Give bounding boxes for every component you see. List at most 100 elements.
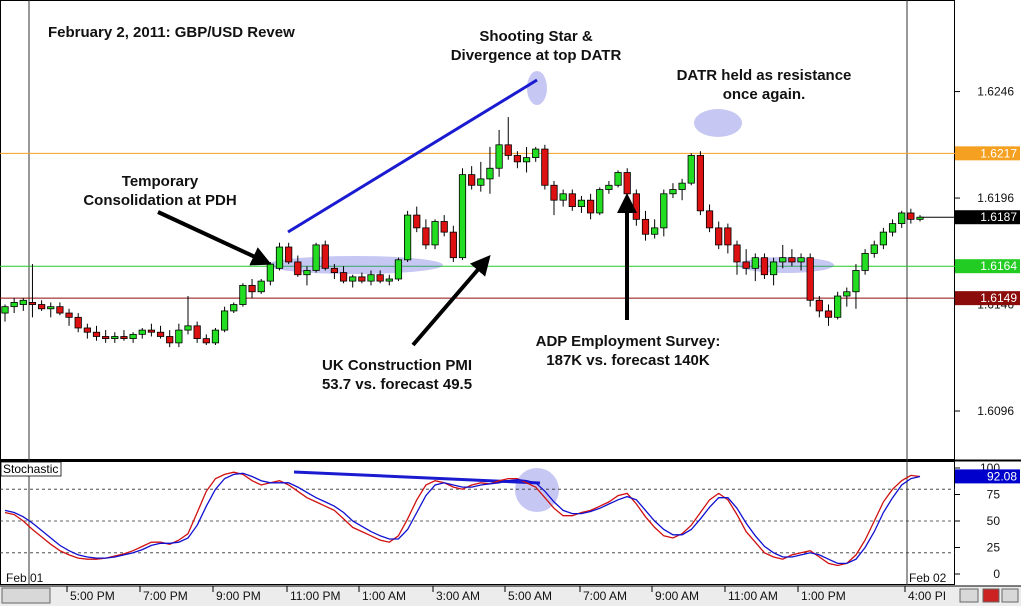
time-label-2: 7:00 PM (143, 589, 188, 603)
candle (239, 283, 247, 307)
candle-body (559, 193, 567, 201)
candle-body (1, 306, 9, 314)
candle-body (797, 257, 805, 263)
candle (458, 168, 467, 260)
time-label-4: 11:00 PM (290, 589, 340, 603)
candle-body (806, 257, 814, 301)
candle-body (477, 178, 485, 186)
highlight-consolidation (267, 256, 443, 274)
chart-background (0, 0, 1021, 606)
annotation-uk-pmi-line1: UK Construction PMI (322, 357, 472, 374)
stochastic-value-label: 92.08 (987, 469, 1017, 483)
candle-body (779, 257, 787, 263)
candle-body (486, 167, 494, 180)
candle-body (394, 259, 403, 280)
candle-body (815, 299, 823, 312)
candle-body (623, 172, 631, 195)
candle-body (458, 174, 467, 259)
candle-body (321, 244, 329, 269)
candle-body (769, 261, 778, 276)
candle-body (175, 329, 183, 344)
candle-body (202, 338, 210, 344)
candle-body (376, 274, 384, 282)
candle-body (129, 333, 137, 340)
candle-body (870, 244, 878, 254)
highlight-shooting-star (527, 71, 547, 105)
candle-body (888, 223, 897, 233)
candle-body (504, 144, 512, 156)
candle-body (705, 210, 714, 229)
candle-body (211, 329, 220, 344)
candle-body (550, 184, 558, 201)
time-label-12: 4:00 PI (908, 589, 946, 603)
annotation-shooting-star-line2: Divergence at top DATR (451, 47, 622, 64)
fit-button[interactable] (959, 588, 979, 603)
candle-body (339, 272, 348, 282)
candle-body (37, 304, 46, 310)
candle-body (641, 218, 650, 235)
candle-body (294, 261, 302, 276)
candle-body (651, 227, 659, 235)
stochastic-tick-label-3: 25 (987, 541, 1001, 555)
candle-body (19, 299, 27, 305)
candle-body (330, 267, 339, 273)
time-label-7: 5:00 AM (508, 589, 552, 603)
annotation-consolidation-line1: Temporary (122, 173, 199, 190)
annotation-shooting-star-line1: Shooting Star & (479, 28, 592, 45)
candle-body (852, 270, 860, 293)
candle-body (788, 257, 796, 263)
settings-button[interactable] (1001, 588, 1019, 603)
annotation-consolidation-line2: Consolidation at PDH (83, 192, 236, 209)
time-label-0: Feb 01 (6, 571, 44, 585)
current-price-label: 1.6187 (980, 210, 1017, 224)
candle (541, 144, 549, 190)
time-label-8: 7:00 AM (583, 589, 627, 603)
time-label-10: 11:00 AM (728, 589, 778, 603)
annotation-datr-line1: DATR held as resistance (677, 67, 852, 84)
candle (312, 242, 320, 273)
annotation-uk-pmi-line2: 53.7 vs. forecast 49.5 (322, 376, 472, 393)
candle-body (349, 276, 357, 282)
candle-body (577, 199, 586, 207)
candle-body (111, 336, 119, 340)
candle-body (285, 246, 293, 263)
candle-body (156, 331, 165, 337)
candle-body (303, 270, 311, 276)
candle-body (239, 284, 247, 305)
candle (596, 187, 604, 216)
candle-body (733, 244, 741, 263)
price-tick-label-2: 1.6096 (977, 404, 1014, 418)
candle-body (834, 295, 842, 318)
highlight-stochastic-divergence (515, 468, 559, 512)
candle-body (166, 336, 174, 344)
candle-body (431, 221, 439, 246)
candle-body (422, 227, 430, 246)
candle (394, 257, 403, 282)
candle-body (879, 231, 888, 246)
time-label-9: 9:00 AM (655, 589, 699, 603)
candle-body (742, 261, 750, 269)
candle-body (532, 148, 540, 158)
candle-body (678, 182, 686, 190)
level-box-label-1: 1.6164 (980, 259, 1017, 273)
candle-body (495, 144, 503, 169)
candle-body (184, 325, 192, 331)
candle-body (56, 306, 64, 314)
candle-body (824, 310, 833, 318)
scroll-right-button[interactable] (982, 588, 1000, 603)
candle-body (522, 157, 531, 163)
candle-body (724, 227, 732, 246)
time-label-11: 1:00 PM (801, 589, 846, 603)
candle-body (751, 257, 759, 269)
candle-body (367, 274, 375, 282)
scroll-left-button[interactable] (1, 587, 51, 604)
candle-body (257, 280, 265, 293)
stochastic-tick-label-1: 75 (987, 488, 1001, 502)
candle-body (83, 327, 91, 333)
candle-body (28, 302, 37, 305)
candle-body (220, 310, 229, 331)
candle (257, 278, 265, 294)
forex-chart: 1.62461.61961.60961.61461.62171.61641.61… (0, 0, 1021, 606)
candle-body (65, 312, 73, 318)
candle (431, 219, 439, 250)
